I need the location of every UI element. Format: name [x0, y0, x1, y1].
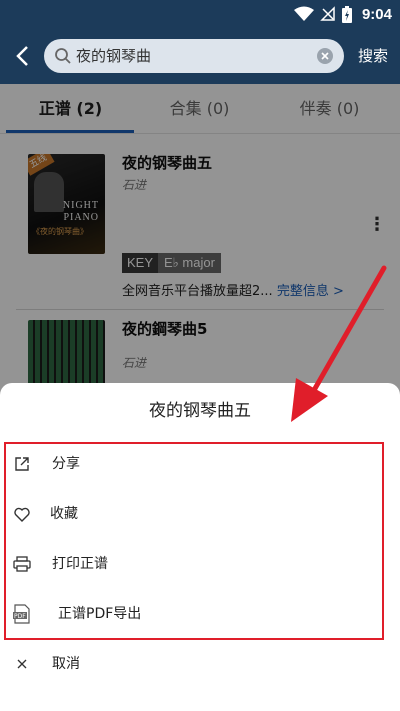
action-sheet: 夜的钢琴曲五 分享 收藏 打印正谱 PDF 正谱PDF导出 取消 [0, 383, 400, 711]
share-icon [12, 454, 32, 474]
status-clock: 9:04 [361, 5, 392, 23]
no-signal-icon [320, 6, 335, 21]
search-input[interactable]: 夜的钢琴曲 [76, 39, 151, 73]
menu-label-share: 分享 [52, 456, 80, 472]
close-icon [12, 654, 32, 674]
back-button[interactable] [8, 42, 36, 70]
menu-item-print[interactable]: 打印正谱 [0, 539, 400, 589]
sheet-title: 夜的钢琴曲五 [149, 401, 251, 421]
menu-item-pdf-export[interactable]: PDF 正谱PDF导出 [0, 589, 400, 639]
search-box[interactable]: 夜的钢琴曲 [44, 39, 344, 73]
status-bar: 9:04 [0, 0, 400, 28]
battery-charging-icon [341, 5, 352, 23]
menu-label-print: 打印正谱 [52, 556, 108, 572]
menu-item-share[interactable]: 分享 [0, 439, 400, 489]
printer-icon [12, 554, 32, 574]
menu-label-favorite: 收藏 [50, 506, 78, 522]
clear-search-icon[interactable] [316, 47, 334, 65]
wifi-icon [293, 6, 314, 21]
search-icon [55, 48, 71, 64]
menu-label-pdf-export: 正谱PDF导出 [58, 606, 142, 622]
search-toolbar: 夜的钢琴曲 搜索 [0, 28, 400, 84]
menu-item-favorite[interactable]: 收藏 [0, 489, 400, 539]
search-button[interactable]: 搜索 [358, 28, 388, 84]
pdf-icon: PDF [12, 604, 32, 624]
heart-icon [12, 504, 32, 524]
back-arrow-icon [16, 46, 28, 66]
menu-label-cancel: 取消 [52, 656, 80, 672]
menu-item-cancel[interactable]: 取消 [0, 639, 400, 689]
status-icons: 9:04 [293, 4, 392, 24]
svg-text:PDF: PDF [14, 613, 26, 620]
